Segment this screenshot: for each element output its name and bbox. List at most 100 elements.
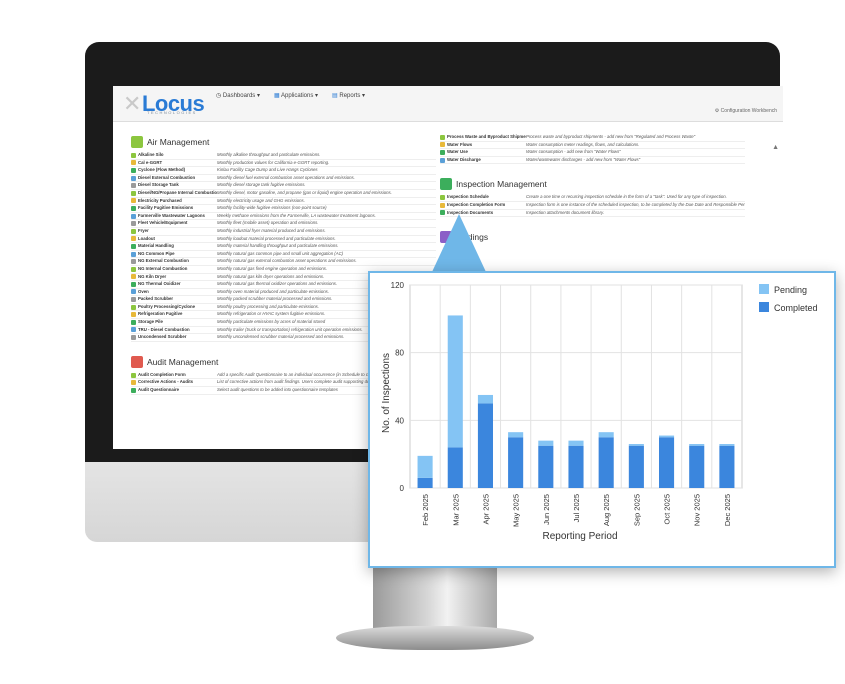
configuration-workbench-link[interactable]: ⚙ Configuration Workbench — [715, 108, 777, 114]
item-name: Fleet Vehicle/Equipment — [131, 220, 217, 227]
item-title: Storage Pile — [138, 319, 163, 325]
list-item[interactable]: Inspection Completion Form Inspection for… — [440, 202, 745, 210]
item-icon — [131, 175, 136, 181]
item-title: Uncondensed Scrubber — [138, 334, 187, 340]
list-item[interactable]: NG External Combustion Monthly natural ga… — [131, 258, 436, 266]
item-title: Inspection Schedule — [447, 194, 489, 200]
item-title: Diesel Storage Tank — [138, 182, 179, 188]
item-title: NG Thermal Oxidizer — [138, 281, 181, 287]
list-item[interactable]: Diesel Storage Tank Monthly diesel storag… — [131, 182, 436, 190]
item-icon — [131, 205, 136, 211]
bar-pending — [689, 444, 705, 446]
bar-completed — [538, 445, 554, 488]
bar-pending — [417, 455, 433, 478]
y-tick-label: 80 — [395, 349, 404, 358]
item-icon — [131, 312, 136, 318]
audit-management-icon — [131, 355, 143, 368]
item-description: Monthly loadout material processed and p… — [217, 235, 336, 241]
inspection-management-icon — [440, 178, 452, 191]
item-title: Fleet Vehicle/Equipment — [138, 220, 188, 226]
item-name: Water Discharge — [440, 157, 526, 164]
item-title: Fryer — [138, 227, 149, 233]
list-item[interactable]: Inspection Schedule Create a one time or … — [440, 194, 745, 202]
item-title: NG Kiln Dryer — [138, 273, 167, 279]
list-item[interactable]: Fryer Monthly industrial fryer material p… — [131, 228, 436, 236]
list-item[interactable]: Water Flows Water consumption meter readi… — [440, 142, 745, 150]
list-item[interactable]: Facility Fugitive Emissions Monthly facil… — [131, 205, 436, 213]
x-tick-label: Sep 2025 — [632, 494, 641, 526]
logo-subtitle: TECHNOLOGIES — [147, 110, 197, 115]
list-item[interactable]: Farmerville Wastewater Lagoons Weekly met… — [131, 213, 436, 221]
item-name: Packed Scrubber — [131, 296, 217, 303]
item-name: Water Flows — [440, 142, 526, 149]
item-icon — [131, 327, 136, 333]
item-title: NG Internal Combustion — [138, 265, 188, 271]
bar-completed — [568, 445, 584, 488]
inspections-chart-popup: 0 40 80 120 Feb 2025 Mar 2025 Apr 2025 May 2025… — [368, 271, 836, 568]
item-title: Audit Completion Form — [138, 371, 186, 377]
list-item[interactable]: Water Discharge Water/wastewater discharg… — [440, 157, 745, 165]
list-item[interactable]: Water Use Water consumption - add new fro… — [440, 149, 745, 157]
item-title: Material Handling — [138, 243, 174, 249]
item-title: Packed Scrubber — [138, 296, 174, 302]
air-management-section: Air Management — [131, 136, 436, 148]
item-icon — [131, 236, 136, 242]
item-title: Farmerville Wastewater Lagoons — [138, 212, 205, 218]
list-item[interactable]: NG Common Pipe Monthly natural gas common… — [131, 251, 436, 259]
item-description: Water consumption - add new from "Water … — [526, 149, 621, 155]
item-name: Corrective Actions - Audits — [131, 379, 217, 386]
list-item[interactable]: Fleet Vehicle/Equipment Monthly fleet (mo… — [131, 220, 436, 228]
item-description: Monthly diesel, motor gasoline, and prop… — [217, 189, 392, 195]
bar-pending — [719, 444, 735, 446]
item-title: Water Use — [447, 149, 468, 155]
item-title: Facility Fugitive Emissions — [138, 205, 194, 211]
item-name: Process Waste and Byproduct Shipments — [440, 134, 526, 141]
item-icon — [131, 213, 136, 219]
bar-pending — [477, 394, 493, 404]
list-item[interactable]: Cal e-GGRT Monthly production values for … — [131, 160, 436, 168]
monitor-stand-base — [336, 626, 534, 650]
item-name: NG External Combustion — [131, 258, 217, 265]
item-description: Monthly alkaline throughput and particul… — [217, 152, 321, 157]
scroll-up-icon[interactable]: ▲ — [772, 144, 779, 151]
nav-applications[interactable]: ▦ Applications ▾ — [274, 92, 318, 99]
item-icon — [131, 152, 136, 158]
item-name: Loadout — [131, 236, 217, 243]
list-item[interactable]: Electricity Purchased Monthly electricity… — [131, 198, 436, 206]
list-item[interactable]: Cyclone (Flow Method) Kinlau Facility Cag… — [131, 167, 436, 175]
nav-dashboards[interactable]: ◷ Dashboards ▾ — [216, 92, 260, 99]
x-tick-label: Nov 2025 — [693, 494, 702, 526]
item-description: Kinlau Facility Cage Dump and Live Hangs… — [217, 167, 318, 173]
item-description: Create a one time or recurring inspectio… — [526, 194, 727, 200]
item-icon — [131, 228, 136, 234]
list-item[interactable]: Material Handling Monthly material handli… — [131, 243, 436, 251]
bar-completed — [719, 445, 735, 488]
list-item[interactable]: Diesel/NG/Propane Internal Combustion Mon… — [131, 190, 436, 198]
item-title: NG Common Pipe — [138, 250, 175, 256]
item-title: Loadout — [138, 235, 155, 241]
item-icon — [131, 243, 136, 249]
item-icon — [131, 289, 136, 295]
list-item[interactable]: Alkaline Silo Monthly alkaline throughput… — [131, 152, 436, 160]
y-axis-label: No. of Inspections — [381, 353, 392, 433]
list-item[interactable]: Process Waste and Byproduct Shipments Pro… — [440, 134, 745, 142]
item-name: Inspection Completion Form — [440, 202, 526, 209]
item-icon — [131, 387, 136, 393]
item-name: Diesel External Combustion — [131, 175, 217, 182]
air-management-icon — [131, 136, 143, 148]
bar-completed — [477, 403, 493, 488]
item-icon — [440, 134, 445, 140]
nav-reports[interactable]: ▤ Reports ▾ — [332, 92, 365, 99]
item-icon — [131, 183, 136, 189]
bar-completed — [689, 445, 705, 488]
y-tick-label: 120 — [391, 281, 405, 290]
bar-pending — [598, 432, 614, 438]
item-name: Poultry Processing/Cyclone — [131, 304, 217, 311]
item-name: Facility Fugitive Emissions — [131, 205, 217, 212]
x-tick-label: Apr 2025 — [481, 494, 490, 524]
list-item[interactable]: Diesel External Combustion Monthly diesel… — [131, 175, 436, 183]
list-item[interactable]: Loadout Monthly loadout material processe… — [131, 236, 436, 244]
bar-completed — [508, 437, 524, 488]
item-name: NG Internal Combustion — [131, 266, 217, 273]
bar-pending — [568, 440, 584, 446]
